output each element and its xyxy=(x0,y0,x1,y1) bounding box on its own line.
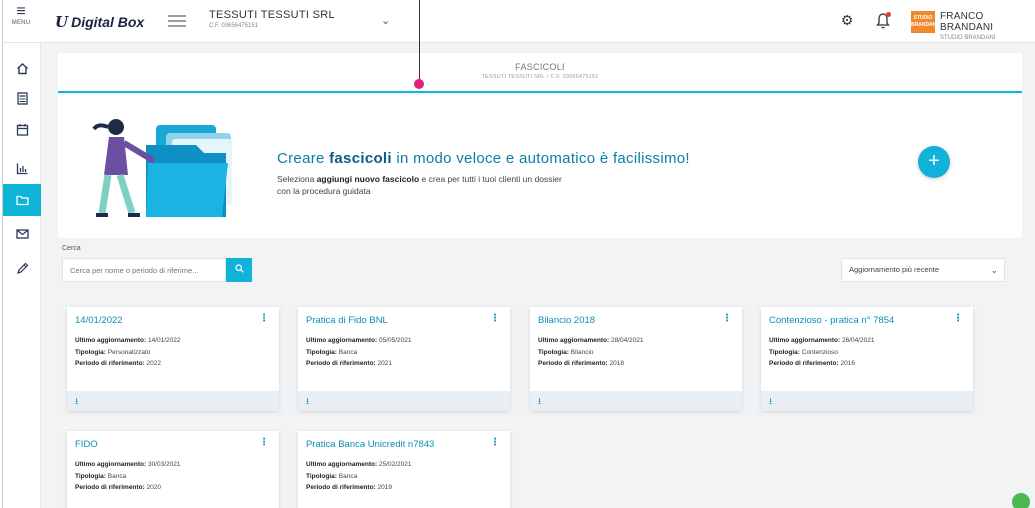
download-icon[interactable]: ⭳ xyxy=(538,394,541,410)
woman-with-folder-illustration xyxy=(92,119,232,217)
search-label: Cerca xyxy=(62,245,81,252)
search-button[interactable] xyxy=(226,258,252,282)
sidebar-item-sign[interactable] xyxy=(3,253,41,283)
download-icon[interactable]: ⭳ xyxy=(75,394,78,410)
settings-icon[interactable]: ⚙ xyxy=(839,12,855,28)
sidebar-item-calculator[interactable] xyxy=(3,83,41,113)
card-title[interactable]: Contenzioso - pratica n° 7854 xyxy=(769,315,894,326)
more-options-icon[interactable]: ⋮ xyxy=(490,313,500,324)
more-options-icon[interactable]: ⋮ xyxy=(953,313,963,324)
more-options-icon[interactable]: ⋮ xyxy=(259,437,269,448)
user-menu[interactable]: FRANCO BRANDANI STUDIO BRANDANI xyxy=(940,11,1035,41)
sort-select[interactable]: Aggiornamento più recente ⌄ xyxy=(841,258,1005,282)
sidebar-item-fascicoli[interactable] xyxy=(3,184,41,216)
brand-mark-icon: U xyxy=(55,13,69,31)
mail-icon xyxy=(15,229,29,239)
top-bar: ≡ MENU U Digital Box TESSUTI TESSUTI SRL… xyxy=(3,0,1035,43)
page-header: FASCICOLI TESSUTI TESSUTI SRL / C.F. 036… xyxy=(58,53,1022,93)
chat-bubble-icon[interactable] xyxy=(1012,493,1030,508)
bell-icon[interactable] xyxy=(875,12,891,30)
card-meta: Ultimo aggiornamento: 30/03/2021 Tipolog… xyxy=(75,461,181,491)
pen-icon xyxy=(16,262,28,274)
calculator-icon xyxy=(16,91,28,105)
calendar-icon xyxy=(16,123,28,136)
card-footer: ⭳ xyxy=(530,391,742,411)
card-meta: Ultimo aggiornamento: 26/04/2021 Tipolog… xyxy=(769,337,875,367)
hero-banner: Creare fascicoli in modo veloce e automa… xyxy=(58,95,1022,238)
chevron-down-icon[interactable]: ⌄ xyxy=(381,14,390,27)
fascicolo-card[interactable]: FIDO ⋮ Ultimo aggiornamento: 30/03/2021 … xyxy=(67,431,279,508)
add-fascicolo-button[interactable]: + xyxy=(918,146,950,178)
card-footer: ⭳ xyxy=(67,391,279,411)
fascicolo-card[interactable]: Pratica Banca Unicredit n7843 ⋮ Ultimo a… xyxy=(298,431,510,508)
company-logo-icon xyxy=(166,12,188,32)
annotation-pointer-line xyxy=(419,0,420,80)
notification-dot xyxy=(886,12,891,17)
hero-description: Seleziona aggiungi nuovo fascicolo e cre… xyxy=(277,174,562,196)
card-footer: ⭳ xyxy=(761,391,973,411)
card-meta: Ultimo aggiornamento: 25/02/2021 Tipolog… xyxy=(306,461,412,491)
more-options-icon[interactable]: ⋮ xyxy=(490,437,500,448)
card-title[interactable]: Bilancio 2018 xyxy=(538,315,595,326)
main-content: FASCICOLI TESSUTI TESSUTI SRL / C.F. 036… xyxy=(41,43,1035,508)
more-options-icon[interactable]: ⋮ xyxy=(259,313,269,324)
company-name: TESSUTI TESSUTI SRL xyxy=(209,9,335,21)
fascicolo-card[interactable]: Contenzioso - pratica n° 7854 ⋮ Ultimo a… xyxy=(761,307,973,411)
fascicolo-card[interactable]: Pratica di Fido BNL ⋮ Ultimo aggiornamen… xyxy=(298,307,510,411)
studio-logo: STUDIO BRANDANI xyxy=(911,11,938,33)
menu-label: MENU xyxy=(11,20,31,26)
fascicolo-card[interactable]: 14/01/2022 ⋮ Ultimo aggiornamento: 14/01… xyxy=(67,307,279,411)
sort-value: Aggiornamento più recente xyxy=(849,265,940,274)
user-name: FRANCO BRANDANI xyxy=(940,11,994,33)
hamburger-icon: ≡ xyxy=(16,3,26,20)
download-icon[interactable]: ⭳ xyxy=(306,394,309,410)
folder-icon xyxy=(15,195,29,206)
more-options-icon[interactable]: ⋮ xyxy=(722,313,732,324)
chevron-down-icon: ⌄ xyxy=(990,265,998,275)
hero-headline: Creare fascicoli in modo veloce e automa… xyxy=(277,150,690,167)
download-icon[interactable]: ⭳ xyxy=(769,394,772,410)
sidebar-item-reports[interactable] xyxy=(3,153,41,183)
annotation-pointer-dot xyxy=(414,79,424,89)
brand-name: Digital Box xyxy=(71,14,145,30)
company-cf: C.F. 03656475151 xyxy=(209,23,259,29)
search-icon xyxy=(234,264,244,273)
user-studio: STUDIO BRANDANI xyxy=(940,35,996,41)
chart-icon xyxy=(16,163,27,174)
sidebar-item-home[interactable] xyxy=(3,53,41,83)
fascicolo-card[interactable]: Bilancio 2018 ⋮ Ultimo aggiornamento: 28… xyxy=(530,307,742,411)
card-title[interactable]: Pratica Banca Unicredit n7843 xyxy=(306,439,434,450)
brand-logo[interactable]: U Digital Box xyxy=(55,13,144,31)
card-meta: Ultimo aggiornamento: 28/04/2021 Tipolog… xyxy=(538,337,644,367)
sidebar-item-calendar[interactable] xyxy=(3,114,41,144)
card-footer: ⭳ xyxy=(298,391,510,411)
home-icon xyxy=(16,62,28,74)
page-title: FASCICOLI xyxy=(515,62,565,72)
card-title[interactable]: FIDO xyxy=(75,439,98,450)
card-title[interactable]: Pratica di Fido BNL xyxy=(306,315,388,326)
search-input[interactable] xyxy=(63,259,213,281)
card-meta: Ultimo aggiornamento: 05/05/2021 Tipolog… xyxy=(306,337,412,367)
company-selector[interactable]: TESSUTI TESSUTI SRL C.F. 03656475151 xyxy=(209,9,335,29)
menu-button[interactable]: ≡ MENU xyxy=(5,4,37,40)
sidebar-item-mail[interactable] xyxy=(3,219,41,249)
sidebar xyxy=(3,43,41,508)
card-title[interactable]: 14/01/2022 xyxy=(75,315,123,326)
search-field xyxy=(62,258,226,282)
card-meta: Ultimo aggiornamento: 14/01/2022 Tipolog… xyxy=(75,337,181,367)
page-subtitle: TESSUTI TESSUTI SRL / C.F. 03656475151 xyxy=(481,74,599,80)
